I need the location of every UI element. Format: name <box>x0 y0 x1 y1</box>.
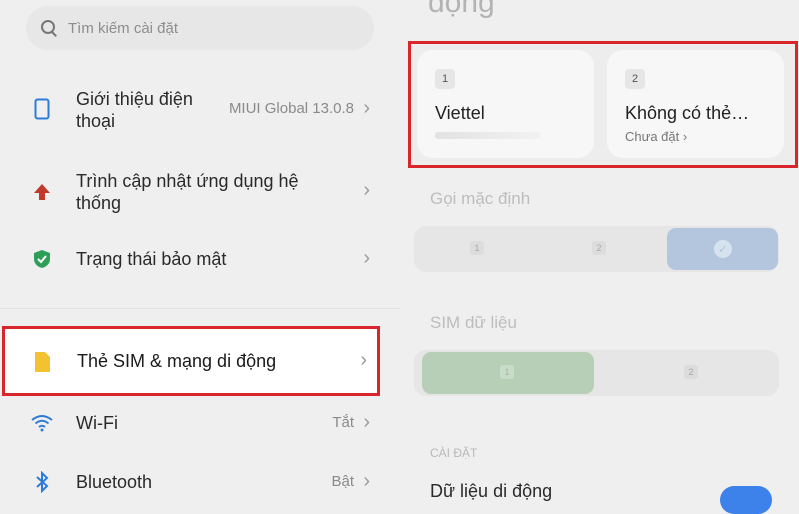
settings-section-header: CÀI ĐẶT <box>430 446 478 460</box>
settings-item-label: Thẻ SIM & mạng di động <box>77 351 277 371</box>
bluetooth-icon <box>30 470 54 494</box>
chevron-right-icon: › <box>682 129 688 144</box>
sim-card-2[interactable]: 2 Không có thẻ… Chưa đặt › <box>607 50 784 158</box>
mobile-data-toggle[interactable] <box>720 486 772 514</box>
settings-item-about-phone[interactable]: Giới thiệu điện thoại MIUI Global 13.0.8… <box>0 84 400 136</box>
sim-slot-badge: 1 <box>435 69 455 89</box>
sim-cards-group: 1 Viettel 2 Không có thẻ… Chưa đặt › <box>408 41 798 168</box>
settings-item-security-status[interactable]: Trạng thái bảo mật › <box>0 246 400 272</box>
sim-slot-option-1[interactable]: 1 <box>470 241 484 255</box>
settings-item-label: Bluetooth <box>76 472 153 492</box>
settings-item-value: Bật <box>331 473 354 490</box>
check-icon: ✓ <box>714 240 732 258</box>
sim-icon <box>33 351 51 378</box>
settings-item-system-updates[interactable]: Trình cập nhật ứng dụng hệ thống › <box>0 166 400 218</box>
chevron-right-icon: › <box>363 247 370 269</box>
search-icon <box>40 19 58 37</box>
sim-slot-badge: 2 <box>625 69 645 89</box>
sim-status: Chưa đặt › <box>625 129 688 144</box>
divider <box>0 308 400 309</box>
settings-item-value: MIUI Global 13.0.8 <box>228 100 354 117</box>
page-title: động <box>428 0 495 19</box>
arrow-up-icon <box>30 180 54 204</box>
chevron-right-icon: › <box>363 470 370 492</box>
settings-item-wifi[interactable]: Wi-Fi Tắt › <box>0 410 400 436</box>
chevron-right-icon: › <box>360 349 367 371</box>
settings-item-sim-mobile-network[interactable]: Thẻ SIM & mạng di động › <box>2 326 380 396</box>
phone-icon <box>30 97 54 121</box>
sim-number-redacted <box>435 132 541 139</box>
sim-slot-option-2[interactable]: 2 <box>592 241 606 255</box>
ask-every-time-option[interactable]: ✓ <box>667 228 778 270</box>
search-placeholder: Tìm kiếm cài đặt <box>68 19 179 37</box>
settings-item-label: Wi-Fi <box>76 413 118 433</box>
settings-item-label: Trình cập nhật ứng dụng hệ thống <box>76 171 299 213</box>
mobile-data-label: Dữ liệu di động <box>430 481 553 501</box>
sim-carrier-name: Không có thẻ… <box>625 103 750 123</box>
default-calls-selector[interactable]: 1 2 ✓ <box>414 226 779 272</box>
settings-list-panel: Tìm kiếm cài đặt Giới thiệu điện thoại M… <box>0 0 400 500</box>
sim-carrier-name: Viettel <box>435 103 485 123</box>
sim-slot-badge: 1 <box>500 365 514 379</box>
wifi-icon <box>30 411 54 435</box>
settings-item-label: Trạng thái bảo mật <box>76 249 227 269</box>
sim-card-1[interactable]: 1 Viettel <box>417 50 594 158</box>
shield-icon <box>30 247 54 271</box>
search-bar[interactable]: Tìm kiếm cài đặt <box>26 6 374 50</box>
sim-data-option-1[interactable]: 1 <box>422 352 594 394</box>
sim-data-label: SIM dữ liệu <box>430 313 517 332</box>
chevron-right-icon: › <box>363 179 370 201</box>
sim-data-selector[interactable]: 1 2 <box>414 350 779 396</box>
settings-item-label: Giới thiệu điện thoại <box>76 89 193 131</box>
settings-item-value: Tắt <box>332 414 354 431</box>
sim-settings-panel: động 1 Viettel 2 Không có thẻ… Chưa đặt … <box>400 0 799 514</box>
settings-item-bluetooth[interactable]: Bluetooth Bật › <box>0 469 400 495</box>
chevron-right-icon: › <box>363 411 370 433</box>
sim-data-option-2[interactable]: 2 <box>684 365 698 379</box>
default-calls-label: Gọi mặc định <box>430 189 531 208</box>
chevron-right-icon: › <box>363 97 370 119</box>
